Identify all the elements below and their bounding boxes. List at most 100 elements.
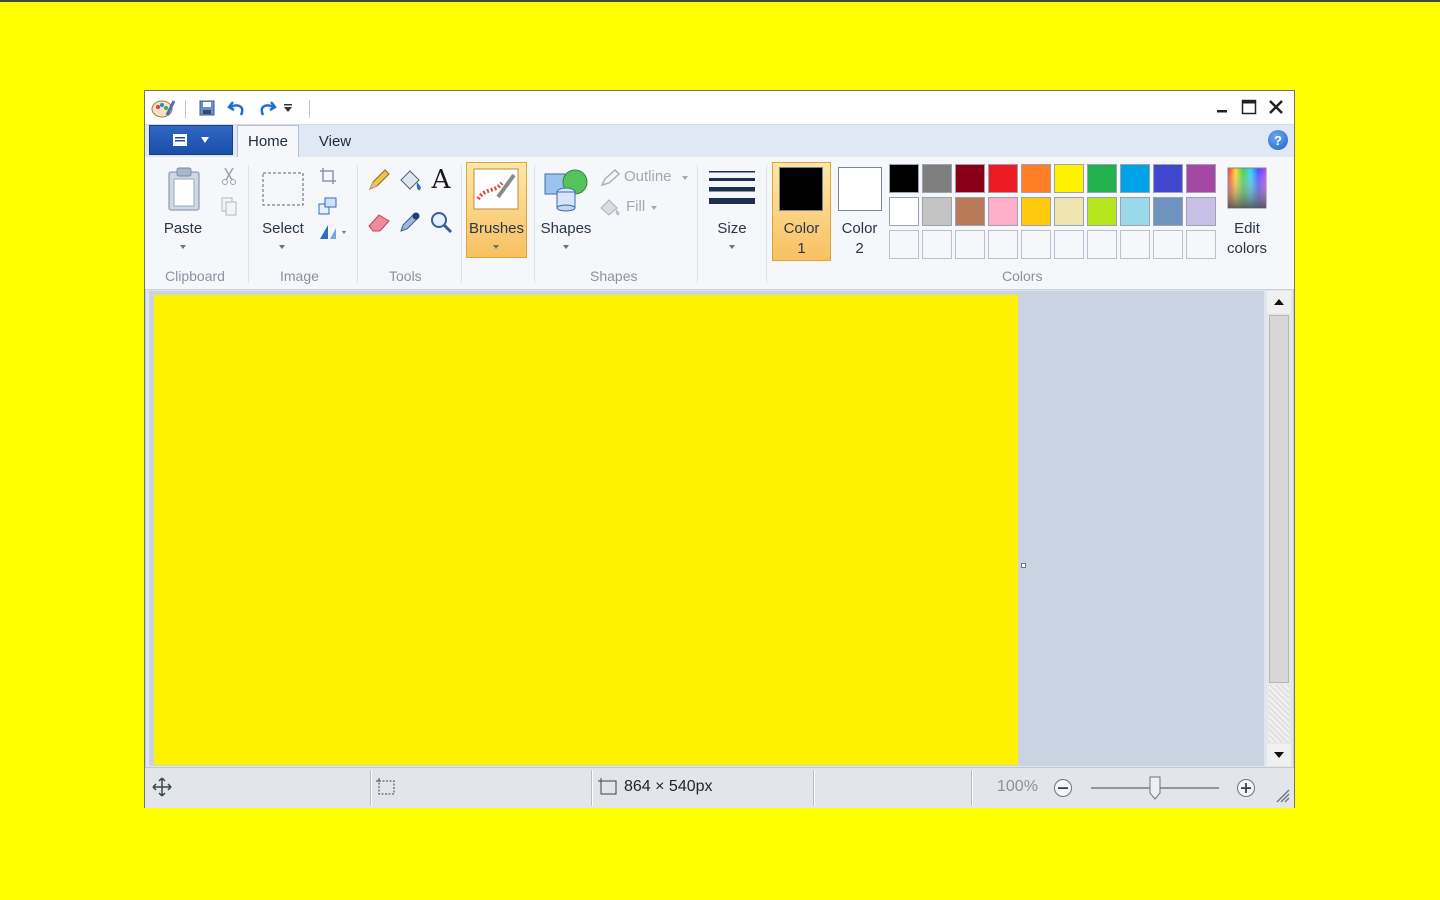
color2-swatch[interactable] <box>838 167 882 211</box>
palette-swatch[interactable] <box>889 164 919 193</box>
magnifier-button[interactable] <box>426 207 456 237</box>
palette-swatch[interactable] <box>1153 164 1183 193</box>
window-title <box>311 97 1211 119</box>
palette-swatch[interactable] <box>1120 197 1150 226</box>
drawing-canvas[interactable] <box>154 295 1018 765</box>
scissors-icon <box>222 167 236 185</box>
paste-dropdown-icon[interactable] <box>180 245 186 249</box>
fill-button[interactable]: Fill <box>626 196 666 217</box>
palette-swatch[interactable] <box>1021 164 1051 193</box>
select-button[interactable] <box>259 165 307 213</box>
custom-color-slot[interactable] <box>955 230 985 259</box>
custom-color-slot[interactable] <box>1186 230 1216 259</box>
customize-qat-button[interactable] <box>281 97 295 119</box>
pencil-tool-button[interactable] <box>364 165 394 195</box>
help-icon: ? <box>1274 132 1282 148</box>
copy-button[interactable] <box>219 195 239 217</box>
size-label: Size <box>717 220 747 237</box>
help-button[interactable]: ? <box>1268 130 1288 150</box>
edit-colors-button[interactable] <box>1224 165 1270 211</box>
scroll-down-button[interactable] <box>1267 744 1291 766</box>
resize-grip-icon[interactable] <box>1271 784 1291 804</box>
palette-swatch[interactable] <box>889 197 919 226</box>
shapes-icon <box>544 169 588 212</box>
custom-color-slot[interactable] <box>1021 230 1051 259</box>
palette-swatch[interactable] <box>988 164 1018 193</box>
cursor-position-icon <box>151 776 173 798</box>
paste-button[interactable] <box>165 165 203 213</box>
zoom-out-icon <box>1054 779 1072 797</box>
minimize-button[interactable] <box>1209 96 1235 118</box>
shapes-dropdown-icon[interactable] <box>563 245 569 249</box>
maximize-button[interactable] <box>1236 96 1262 118</box>
palette-swatch[interactable] <box>922 164 952 193</box>
fill-dropdown-icon[interactable] <box>651 206 657 210</box>
palette-swatch[interactable] <box>922 197 952 226</box>
palette-swatch[interactable] <box>1153 197 1183 226</box>
shapes-button[interactable] <box>541 165 591 213</box>
palette-swatch[interactable] <box>1186 197 1216 226</box>
crop-button[interactable] <box>317 165 339 187</box>
cut-button[interactable] <box>219 165 239 187</box>
file-menu-button[interactable] <box>149 125 233 155</box>
custom-color-slot[interactable] <box>889 230 919 259</box>
palette-swatch[interactable] <box>1054 164 1084 193</box>
edit-colors-label-line1: Edit <box>1234 220 1260 237</box>
outline-button[interactable]: Outline <box>624 166 680 187</box>
custom-color-slot[interactable] <box>1153 230 1183 259</box>
custom-color-slot[interactable] <box>1054 230 1084 259</box>
rotate-button[interactable] <box>317 221 351 243</box>
custom-color-slot[interactable] <box>922 230 952 259</box>
scrollbar-track[interactable] <box>1269 685 1289 742</box>
select-dropdown-icon[interactable] <box>279 245 285 249</box>
size-dropdown-icon[interactable] <box>729 245 735 249</box>
palette-swatch[interactable] <box>1087 197 1117 226</box>
palette-swatch[interactable] <box>1021 197 1051 226</box>
outline-dropdown-icon[interactable] <box>682 176 688 180</box>
vertical-scrollbar[interactable] <box>1267 291 1291 766</box>
zoom-in-button[interactable] <box>1234 776 1258 800</box>
save-button[interactable] <box>195 97 219 119</box>
group-separator <box>248 165 249 283</box>
tab-home[interactable]: Home <box>237 125 299 157</box>
size-button[interactable] <box>706 165 758 213</box>
line-size-icon <box>709 171 755 204</box>
palette-swatch[interactable] <box>1087 164 1117 193</box>
zoom-out-button[interactable] <box>1051 776 1075 800</box>
zoom-slider-thumb[interactable] <box>1149 776 1161 800</box>
colors-group-label: Colors <box>1002 268 1043 284</box>
canvas-resize-handle[interactable] <box>1021 563 1026 568</box>
canvas-workspace[interactable] <box>149 291 1264 766</box>
custom-color-slot[interactable] <box>1120 230 1150 259</box>
tab-view[interactable]: View <box>305 125 365 157</box>
palette-swatch[interactable] <box>955 197 985 226</box>
color1-swatch <box>779 167 823 211</box>
scroll-up-button[interactable] <box>1267 291 1291 313</box>
custom-color-slot[interactable] <box>1087 230 1117 259</box>
close-button[interactable] <box>1263 96 1289 118</box>
redo-button[interactable] <box>255 97 279 119</box>
color-picker-button[interactable] <box>395 207 425 237</box>
palette-swatch[interactable] <box>1120 164 1150 193</box>
title-bar <box>145 91 1294 125</box>
eraser-tool-button[interactable] <box>364 207 394 237</box>
brushes-label: Brushes <box>468 220 525 237</box>
resize-button[interactable] <box>317 195 339 217</box>
crop-icon <box>320 168 336 184</box>
paint-app-icon[interactable] <box>150 97 176 119</box>
brushes-dropdown-icon[interactable] <box>493 245 499 249</box>
status-bar: 864 × 540px 100% <box>145 767 1294 808</box>
palette-swatch[interactable] <box>955 164 985 193</box>
undo-button[interactable] <box>225 97 249 119</box>
palette-swatch[interactable] <box>988 197 1018 226</box>
custom-color-slot[interactable] <box>988 230 1018 259</box>
minimize-icon <box>1217 110 1227 113</box>
scrollbar-thumb[interactable] <box>1269 315 1289 683</box>
shapes-label: Shapes <box>540 220 592 237</box>
clipboard-icon <box>168 167 200 211</box>
fill-tool-button[interactable] <box>395 165 425 195</box>
palette-swatch[interactable] <box>1186 164 1216 193</box>
selection-size-icon <box>374 776 398 798</box>
text-tool-button[interactable]: A <box>426 165 456 195</box>
palette-swatch[interactable] <box>1054 197 1084 226</box>
